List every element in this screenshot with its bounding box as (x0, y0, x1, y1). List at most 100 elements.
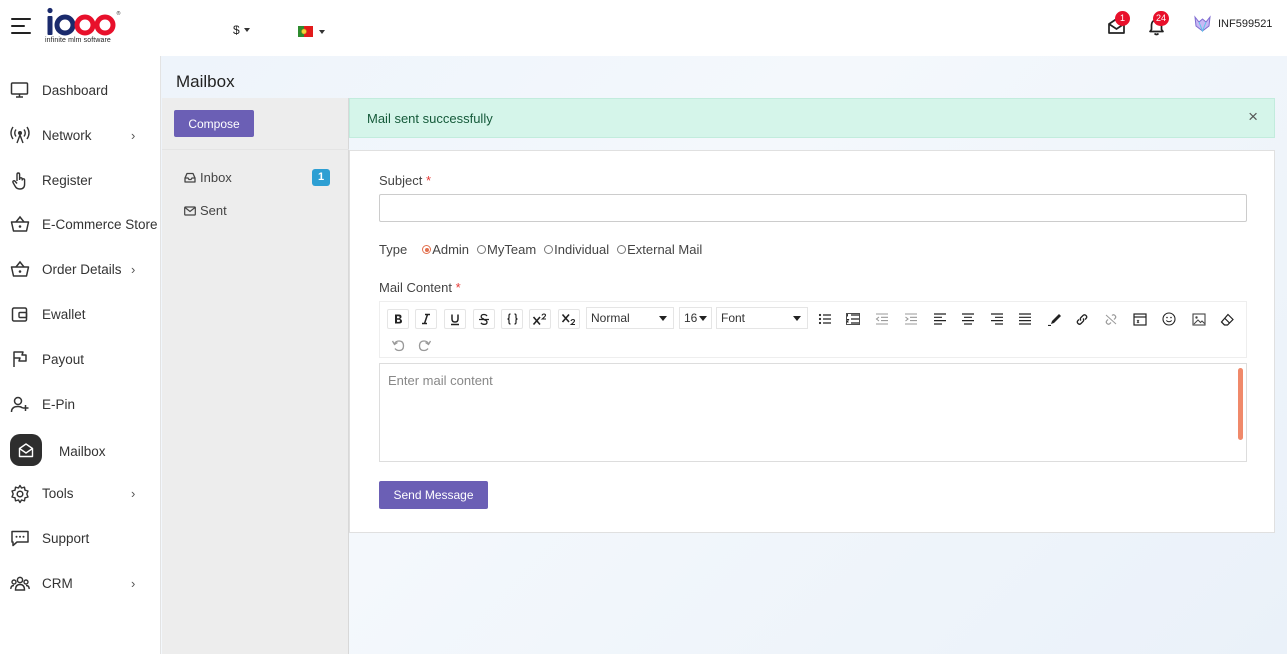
superscript-icon[interactable] (529, 309, 551, 329)
chevron-right-icon: › (131, 127, 136, 143)
text-color-icon[interactable] (1043, 309, 1065, 329)
table-icon[interactable] (1129, 309, 1151, 329)
divider (162, 149, 349, 150)
undo-icon[interactable] (387, 335, 409, 355)
align-left-icon[interactable] (929, 309, 951, 329)
paragraph-format-select[interactable]: Normal (586, 307, 674, 329)
link-icon[interactable] (1071, 309, 1093, 329)
folder-label: Inbox (200, 170, 232, 185)
editor-scrollbar[interactable] (1238, 368, 1243, 440)
page-title: Mailbox (176, 72, 235, 91)
mailbox-folders-panel: Compose Inbox 1 Sent (162, 98, 349, 654)
redo-icon[interactable] (414, 335, 436, 355)
font-family-select[interactable]: Font (716, 307, 808, 329)
menu-toggle-icon[interactable] (11, 17, 33, 35)
sidebar-item-mailbox[interactable]: Mailbox (0, 434, 161, 466)
currency-dropdown[interactable]: $ (233, 23, 250, 37)
chat-icon (11, 530, 29, 547)
content-label: Mail Content * (379, 280, 461, 295)
sidebar-item-ewallet[interactable]: Ewallet (0, 299, 161, 329)
compose-button[interactable]: Compose (174, 110, 254, 137)
bullet-list-icon[interactable] (814, 309, 836, 329)
code-icon[interactable] (501, 309, 523, 329)
subject-input[interactable] (379, 194, 1247, 222)
sidebar-item-label: Register (42, 172, 93, 188)
sidebar-item-dashboard[interactable]: Dashboard (0, 75, 161, 105)
numbered-list-icon[interactable] (842, 309, 864, 329)
wallet-icon (11, 307, 28, 322)
user-menu[interactable]: INF599521 (1193, 14, 1272, 33)
hand-pointer-icon (12, 172, 26, 190)
user-plus-icon (10, 396, 29, 413)
chevron-down-icon (319, 29, 325, 34)
sidebar-item-register[interactable]: Register (0, 165, 161, 195)
mail-content-editor[interactable]: Enter mail content (379, 363, 1247, 462)
username: INF599521 (1218, 17, 1273, 30)
paragraph-format-value: Normal (591, 311, 630, 325)
font-size-select[interactable]: 16 (679, 307, 712, 329)
flag-icon (13, 351, 27, 367)
sidebar-item-support[interactable]: Support (0, 523, 161, 553)
sidebar-item-network[interactable]: Network › (0, 120, 161, 150)
main-content: Mailbox Compose Inbox 1 Sent Mail sent s… (161, 56, 1287, 654)
active-indicator (10, 434, 42, 466)
font-size-value: 16 (684, 311, 698, 325)
indent-icon[interactable] (900, 309, 922, 329)
sidebar-item-label: Order Details (42, 261, 122, 277)
chevron-down-icon (659, 316, 667, 321)
sidebar-item-epin[interactable]: E-Pin (0, 389, 161, 419)
type-option-admin[interactable]: Admin (422, 242, 469, 257)
chevron-down-icon (793, 316, 801, 321)
font-family-value: Font (721, 311, 746, 325)
radio-label: MyTeam (487, 242, 537, 257)
gear-icon (11, 484, 29, 504)
user-avatar-icon (1194, 15, 1211, 33)
emoji-icon[interactable] (1158, 309, 1180, 329)
outdent-icon[interactable] (871, 309, 893, 329)
users-icon (10, 576, 30, 591)
sidebar-item-label: Support (42, 530, 90, 546)
eraser-icon[interactable] (1216, 309, 1238, 329)
content-label-text: Mail Content (379, 280, 452, 295)
type-option-external[interactable]: External Mail (617, 242, 702, 257)
radio-selected-icon (422, 245, 432, 254)
sidebar-item-ecommerce[interactable]: E-Commerce Store (0, 209, 161, 239)
notification-badge: 24 (1153, 11, 1170, 26)
underline-icon[interactable] (444, 309, 466, 329)
mail-button[interactable]: 1 (1107, 11, 1130, 35)
folder-sent[interactable]: Sent (184, 203, 227, 218)
type-option-individual[interactable]: Individual (544, 242, 609, 257)
sidebar-item-label: Payout (42, 351, 85, 367)
sidebar-item-tools[interactable]: Tools › (0, 478, 161, 508)
chevron-right-icon: › (131, 575, 136, 591)
compose-form: Subject * Type Admin MyTeam Individual E… (349, 150, 1275, 533)
folder-label: Sent (200, 203, 227, 218)
language-dropdown[interactable] (298, 26, 325, 37)
mail-badge: 1 (1115, 11, 1130, 26)
brand-logo[interactable]: ® infinite mlm software (45, 7, 127, 47)
align-justify-icon[interactable] (1014, 309, 1036, 329)
sidebar-item-label: Mailbox (59, 443, 106, 459)
italic-icon[interactable] (415, 309, 437, 329)
send-message-button[interactable]: Send Message (379, 481, 488, 509)
sidebar-item-order-details[interactable]: Order Details › (0, 254, 161, 284)
currency-value: $ (233, 23, 240, 37)
notification-button[interactable]: 24 (1148, 11, 1170, 36)
align-right-icon[interactable] (986, 309, 1008, 329)
subscript-icon[interactable] (558, 309, 580, 329)
sidebar-item-crm[interactable]: CRM › (0, 568, 161, 598)
close-icon[interactable]: × (1248, 107, 1258, 127)
logo-tagline: infinite mlm software (45, 37, 111, 44)
image-icon[interactable] (1188, 309, 1210, 329)
folder-inbox[interactable]: Inbox (184, 170, 232, 185)
type-option-myteam[interactable]: MyTeam (477, 242, 536, 257)
align-center-icon[interactable] (957, 309, 979, 329)
unlink-icon[interactable] (1100, 309, 1122, 329)
inbox-count-badge: 1 (312, 169, 330, 186)
alert-message: Mail sent successfully (367, 110, 493, 126)
bold-icon[interactable] (387, 309, 409, 329)
strikethrough-icon[interactable] (473, 309, 495, 329)
radio-label: Individual (554, 242, 610, 257)
chevron-down-icon (699, 316, 707, 321)
sidebar-item-payout[interactable]: Payout (0, 344, 161, 374)
